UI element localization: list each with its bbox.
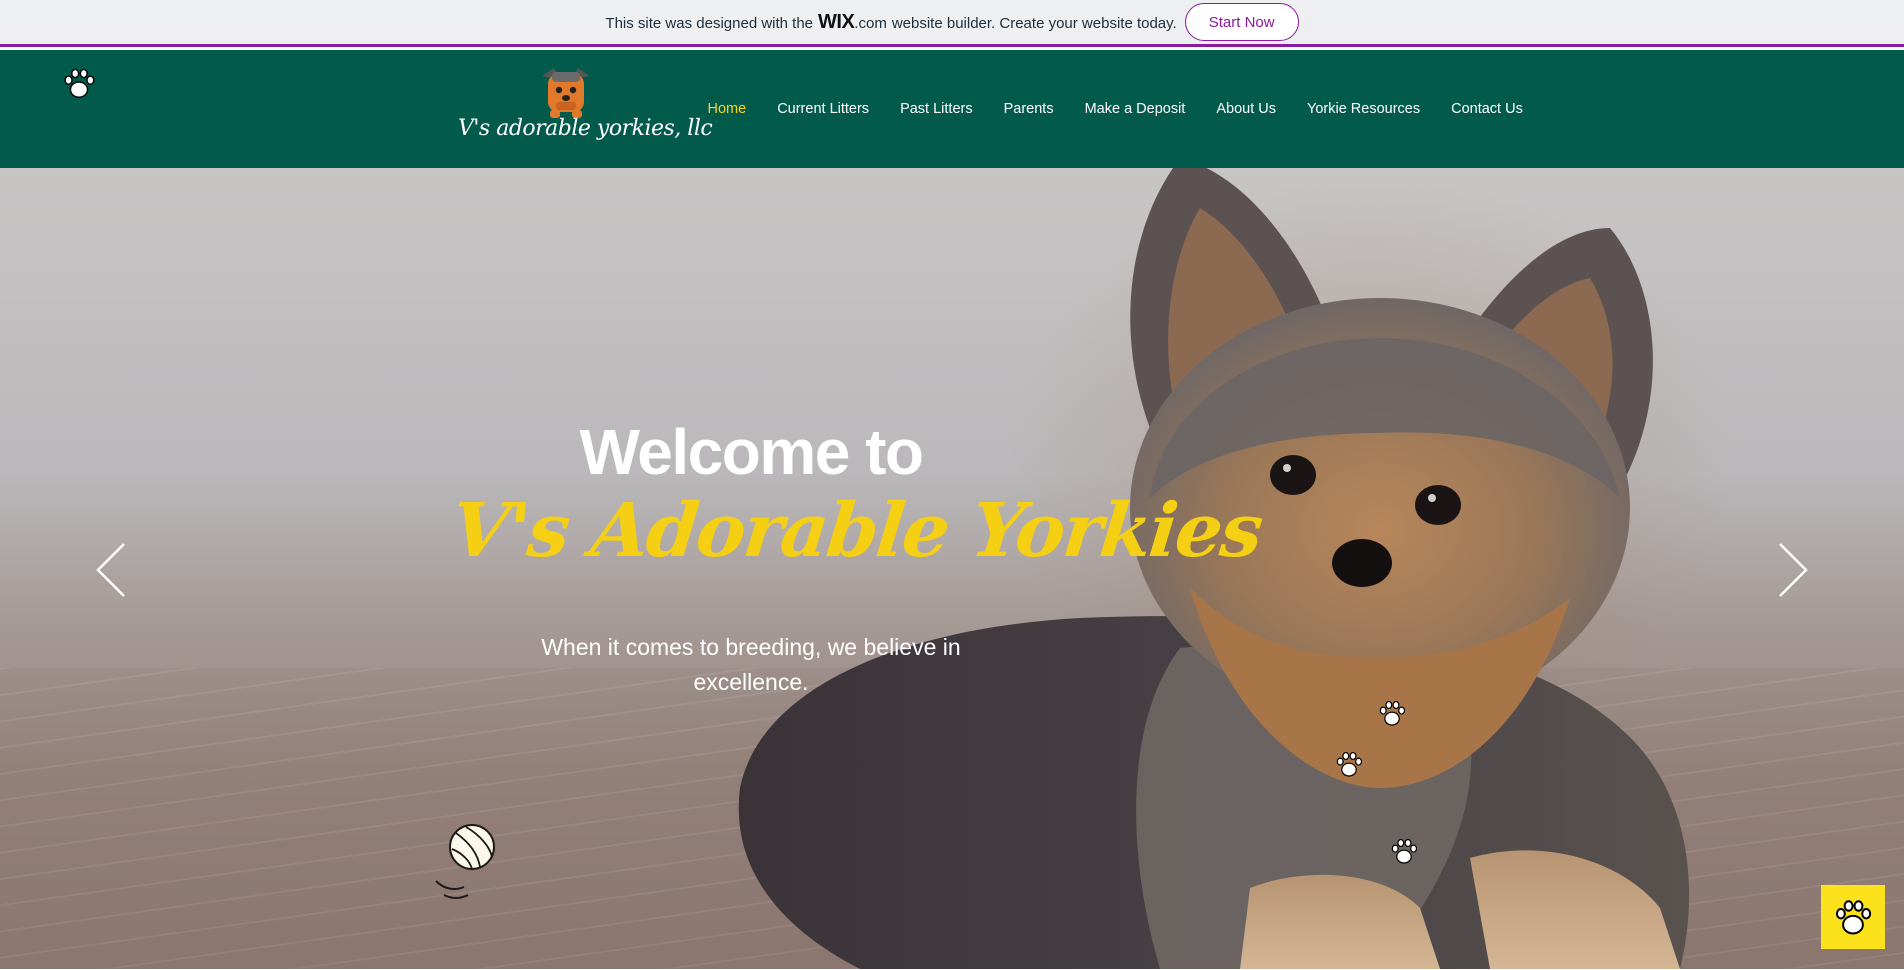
hero-title: Welcome to [579, 416, 925, 488]
chevron-right-icon[interactable] [1772, 540, 1812, 600]
paw-icon [1391, 838, 1418, 864]
chat-button[interactable] [1821, 885, 1885, 949]
wix-logo: WIX [818, 10, 855, 33]
nav-item-contact-us[interactable]: Contact Us [1436, 101, 1539, 117]
wix-banner: This site was designed with the WIX .com… [0, 0, 1904, 47]
paw-icon [1379, 700, 1406, 726]
main-nav: Home Current Litters Past Litters Parents Ma… [692, 50, 1538, 168]
ball-icon [435, 824, 495, 899]
paw-icon [1336, 751, 1363, 777]
nav-item-home[interactable]: Home [692, 101, 762, 117]
chevron-left-icon[interactable] [92, 540, 132, 600]
yorkie-logo-icon [542, 68, 590, 118]
site-logo[interactable]: V's adorable yorkies, llc [458, 64, 713, 164]
site-header: V's adorable yorkies, llc Home Current Li… [0, 50, 1904, 168]
wix-banner-text-after: website builder. Create your website tod… [891, 14, 1177, 32]
wix-banner-text: This site was designed with the WIX .com… [605, 11, 1176, 34]
paw-icon [64, 68, 95, 98]
hero-script-title: V's Adorable Yorkies [447, 488, 1266, 574]
paw-icon [1835, 900, 1872, 935]
nav-item-current-litters[interactable]: Current Litters [762, 101, 885, 117]
nav-item-parents[interactable]: Parents [988, 101, 1069, 117]
start-now-button[interactable]: Start Now [1184, 3, 1299, 41]
wix-logo-com: .com [854, 14, 887, 32]
logo-text: V's adorable yorkies, llc [458, 116, 713, 141]
nav-item-about-us[interactable]: About Us [1201, 101, 1292, 117]
nav-item-yorkie-resources[interactable]: Yorkie Resources [1291, 101, 1435, 117]
hero-slideshow: Welcome to V's Adorable Yorkies When it … [0, 168, 1904, 969]
wix-banner-text-before: This site was designed with the [605, 14, 814, 32]
nav-item-make-a-deposit[interactable]: Make a Deposit [1069, 101, 1201, 117]
hero-subtitle: When it comes to breeding, we believe in… [541, 634, 961, 695]
nav-item-past-litters[interactable]: Past Litters [885, 101, 989, 117]
